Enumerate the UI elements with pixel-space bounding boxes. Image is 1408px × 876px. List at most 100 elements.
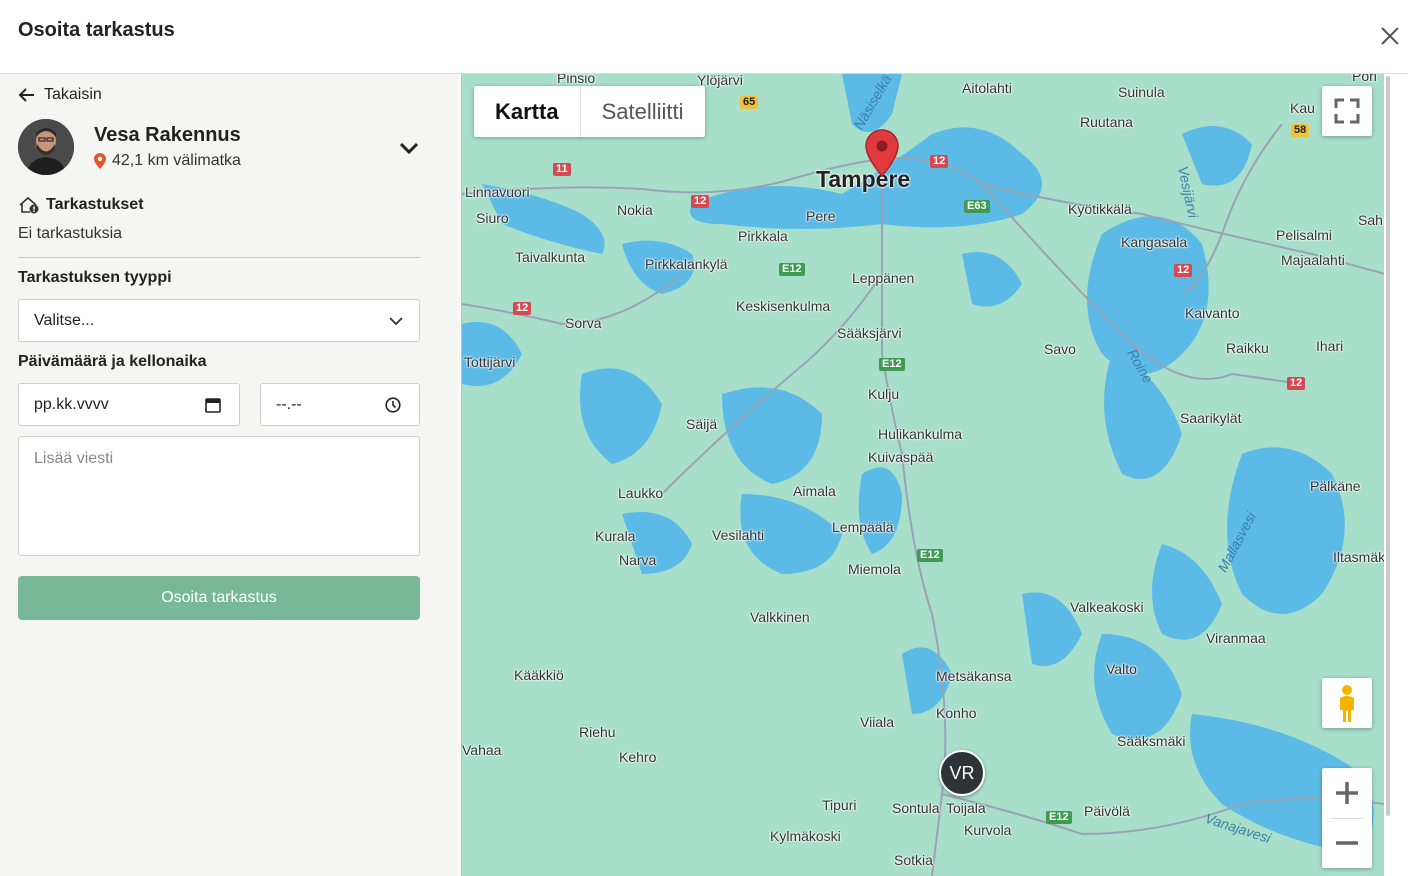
map-label: Sotkia [894, 852, 933, 868]
street-view-button[interactable] [1322, 678, 1372, 728]
map-label: Kääkkiö [514, 667, 564, 683]
inspections-heading: Tarkastukset [18, 196, 144, 214]
map-label: Riehu [579, 724, 616, 740]
map-label: Aimala [793, 483, 836, 499]
house-alert-icon [19, 196, 39, 214]
map-label: Vesilahti [712, 527, 765, 543]
map-label: Ruutana [1080, 114, 1133, 130]
back-link[interactable]: Takaisin [18, 86, 102, 104]
profile-distance: 42,1 km välimatka [94, 152, 241, 170]
road-shield: 12 [1287, 377, 1306, 390]
chevron-down-icon[interactable] [398, 137, 420, 159]
map-label: Pirkkalankylä [645, 256, 728, 272]
arrow-left-icon [18, 88, 34, 102]
fullscreen-icon [1334, 98, 1360, 124]
date-input[interactable]: pp.kk.vvvv [18, 383, 240, 426]
type-select[interactable]: Valitse... [18, 299, 420, 342]
map-label: Sääksmäki [1117, 733, 1186, 749]
map-label: Linnavuori [465, 184, 530, 200]
plus-icon [1336, 782, 1358, 804]
close-icon[interactable] [1378, 24, 1402, 48]
map-label: Majaalahti [1281, 252, 1345, 268]
map-label: Pinsio [557, 74, 596, 86]
scrollbar[interactable] [1384, 74, 1408, 876]
road-shield: E12 [779, 263, 805, 276]
map-label: Tipuri [822, 797, 857, 813]
map-label: Iltasmäki [1333, 549, 1384, 565]
map-background [462, 74, 1384, 876]
time-placeholder: --.-- [276, 396, 302, 413]
map-label: Kehro [619, 749, 657, 765]
tab-map[interactable]: Kartta [474, 86, 581, 137]
map-label: Kulju [868, 386, 900, 402]
map-label: Päivölä [1084, 803, 1130, 819]
map-label: Pere [806, 208, 836, 224]
map-label: Sontula [892, 800, 940, 816]
profile-name: Vesa Rakennus [94, 124, 241, 146]
road-shield: E12 [879, 358, 905, 371]
message-textarea[interactable]: Lisää viesti [18, 436, 420, 556]
map-label: Laukko [618, 485, 664, 501]
map-label: Aitolahti [962, 80, 1012, 96]
pegman-icon [1340, 685, 1354, 722]
inspections-title: Tarkastukset [46, 196, 144, 213]
road-shield: 11 [553, 163, 571, 176]
map-label: Saarikylät [1180, 410, 1242, 426]
back-label: Takaisin [44, 86, 102, 103]
fullscreen-button[interactable] [1322, 86, 1372, 136]
map-label: Ihari [1316, 338, 1344, 354]
map-label: Hulikankulma [878, 426, 963, 442]
tab-satellite[interactable]: Satelliitti [581, 86, 705, 137]
map-label: Taivalkunta [515, 249, 586, 265]
map-label: Savo [1044, 341, 1076, 357]
map[interactable]: Pinsio Ylöjärvi Aitolahti Suinula Ruutan… [461, 74, 1384, 876]
map-label: Kurvola [964, 822, 1012, 838]
scrollbar-thumb[interactable] [1386, 76, 1390, 816]
map-label: Leppänen [852, 270, 915, 286]
location-pin-icon [94, 153, 106, 169]
map-label: Toijala [946, 800, 986, 816]
road-shield: E12 [1046, 811, 1072, 824]
map-label: Sah [1358, 212, 1383, 228]
clock-icon [385, 397, 401, 413]
map-label: Suinula [1118, 84, 1165, 100]
map-label: Valkkinen [750, 609, 810, 625]
road-shield: 12 [930, 155, 949, 168]
map-label: Lempäälä [832, 519, 894, 535]
map-label: Pirkkala [738, 228, 788, 244]
map-label: Kurala [595, 528, 636, 544]
map-label: Siuro [476, 210, 509, 226]
calendar-icon [205, 398, 221, 413]
map-type-control: Kartta Satelliitti [474, 86, 705, 137]
road-shield: 65 [740, 96, 759, 109]
map-label: Konho [936, 705, 977, 721]
zoom-out-button[interactable] [1322, 818, 1372, 868]
assign-inspection-button[interactable]: Osoita tarkastus [18, 576, 420, 620]
map-label: Sorva [565, 315, 602, 331]
road-shield: 12 [513, 302, 532, 315]
map-label: Miemola [848, 561, 901, 577]
time-input[interactable]: --.-- [260, 383, 420, 426]
map-label: Vahaa [462, 742, 502, 758]
road-shield: 58 [1291, 124, 1310, 137]
map-label: Raikku [1226, 340, 1269, 356]
map-label: Pälkäne [1310, 478, 1361, 494]
user-location-marker[interactable]: VR [939, 750, 985, 796]
inspections-empty: Ei tarkastuksia [18, 225, 123, 242]
date-placeholder: pp.kk.vvvv [34, 396, 109, 413]
zoom-in-button[interactable] [1322, 768, 1372, 818]
left-panel: Takaisin Vesa Rakennus 42,1 km välimatka… [0, 74, 460, 876]
modal-title: Osoita tarkastus [18, 19, 175, 41]
distance-text: 42,1 km välimatka [112, 152, 241, 169]
chevron-down-icon [389, 317, 403, 326]
road-shield: E63 [964, 200, 990, 213]
road-shield: 12 [691, 195, 710, 208]
modal-header: Osoita tarkastus [0, 0, 1408, 74]
map-pin-icon[interactable] [865, 129, 899, 177]
profile-card: Vesa Rakennus 42,1 km välimatka [18, 119, 420, 177]
type-select-value: Valitse... [34, 312, 95, 329]
road-shield: E12 [917, 549, 943, 562]
message-placeholder: Lisää viesti [34, 450, 114, 467]
avatar [18, 119, 74, 175]
divider [18, 257, 420, 258]
